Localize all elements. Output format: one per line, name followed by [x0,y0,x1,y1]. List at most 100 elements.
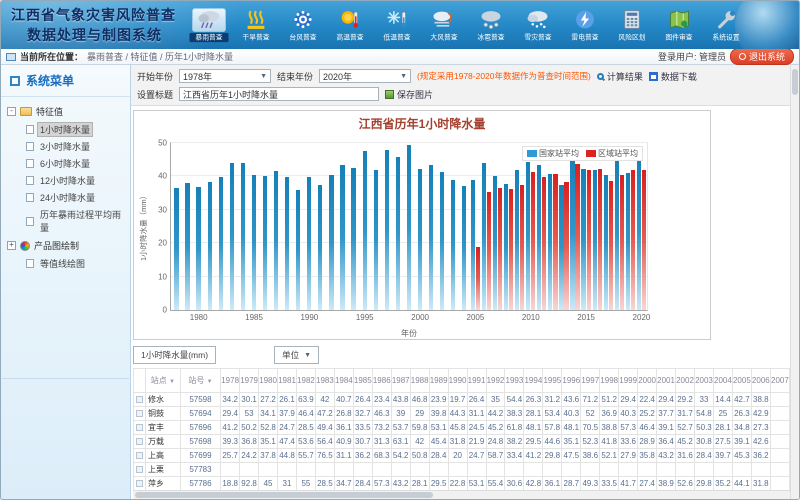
table-row[interactable]: 修水5759834.230.127.226.163.94240.726.423.… [134,393,790,407]
value-cell [657,463,676,477]
tree-toggle-icon[interactable]: + [7,241,16,250]
sidebar-item-等值线绘图[interactable]: 等值线绘图 [3,255,128,272]
year-column-header[interactable]: 1984 [334,369,353,393]
row-select-cell[interactable] [134,407,146,421]
filter-arrow-icon[interactable]: ▼ [169,379,175,385]
sidebar-node-特征值[interactable]: -特征值 [3,102,128,121]
year-column-header[interactable]: 1979 [240,369,259,393]
year-column-header[interactable]: 1978 [221,369,240,393]
toolbar-item-hail-cloud[interactable]: 冰雹普查 [468,7,514,44]
station-column-header[interactable]: 站点 ▼ [146,369,181,393]
data-table-area: 1小时降水量(mm) 单位 ▼ 站点 ▼站号 ▼1978197919801981… [131,342,790,499]
chart-title-input[interactable] [179,87,379,101]
year-column-header[interactable]: 2003 [694,369,713,393]
toolbar-item-wind-cloud[interactable]: 大风普查 [421,7,467,44]
sidebar-node-产品图绘制[interactable]: +产品图绘制 [3,236,128,255]
year-column-header[interactable]: 2000 [638,369,657,393]
table-row[interactable]: 万载5769839.336.835.147.453.656.440.930.73… [134,435,790,449]
sidebar-item-3小时降水量[interactable]: 3小时降水量 [3,138,128,155]
row-expand-icon[interactable] [136,424,143,431]
toolbar-item-lightning[interactable]: 雷电普查 [562,7,608,44]
year-column-header[interactable]: 1986 [372,369,391,393]
start-year-select[interactable]: 1978年 ▼ [179,69,271,83]
table-row[interactable]: 萍乡5778618.892.845315528.534.728.457.343.… [134,477,790,491]
value-cell: 41.7 [619,477,638,491]
year-column-header[interactable]: 1980 [259,369,278,393]
lightning-icon [562,8,608,32]
year-column-header[interactable]: 1992 [486,369,505,393]
sidebar-item-6小时降水量[interactable]: 6小时降水量 [3,155,128,172]
year-column-header[interactable]: 1996 [562,369,581,393]
row-select-cell[interactable] [134,421,146,435]
toolbar-item-snow-cloud[interactable]: 雪灾普查 [515,7,561,44]
horizontal-scrollbar[interactable] [133,490,790,499]
year-column-header[interactable]: 1988 [410,369,429,393]
sidebar-item-12小时降水量[interactable]: 12小时降水量 [3,172,128,189]
save-image-button[interactable]: 保存图片 [385,88,433,101]
year-column-header[interactable]: 1995 [543,369,562,393]
calc-result-button[interactable]: 计算结果 [597,70,643,83]
sidebar-item-24小时降水量[interactable]: 24小时降水量 [3,189,128,206]
year-column-header[interactable]: 2007 [770,369,789,393]
year-column-header[interactable]: 1985 [353,369,372,393]
year-column-header[interactable]: 1994 [524,369,543,393]
toolbar-item-snow-thermometer[interactable]: 低温普查 [374,7,420,44]
row-expand-icon[interactable] [136,396,143,403]
row-expand-icon[interactable] [136,438,143,445]
rain-cloud-icon [192,8,226,32]
end-year-select[interactable]: 2020年 ▼ [319,69,411,83]
year-column-header[interactable]: 1983 [315,369,334,393]
breadcrumb[interactable]: 暴雨普查 / 特征值 / 历年1小时降水量 [87,50,233,63]
year-column-header[interactable]: 2006 [751,369,770,393]
row-select-cell[interactable] [134,435,146,449]
value-cell [694,463,713,477]
calc-result-label: 计算结果 [607,70,643,83]
table-row[interactable]: 上高5769925.724.237.844.855.776.531.136.26… [134,449,790,463]
toolbar-item-map[interactable]: 图件审查 [656,7,702,44]
year-column-header[interactable]: 2004 [713,369,732,393]
table-row[interactable]: 宜丰5769641.250.252.824.728.549.436.133.57… [134,421,790,435]
year-column-header[interactable]: 1982 [296,369,315,393]
sidebar-item-1小时降水量[interactable]: 1小时降水量 [3,121,128,138]
unit-dropdown[interactable]: 单位 ▼ [274,346,319,364]
row-select-cell[interactable] [134,463,146,477]
year-column-header[interactable]: 1991 [467,369,486,393]
horizontal-scrollbar-thumb[interactable] [135,492,433,498]
vertical-scrollbar[interactable] [790,65,799,499]
row-select-cell[interactable] [134,477,146,491]
toolbar-item-rain-cloud[interactable]: 暴雨普查 [186,7,232,44]
year-column-header[interactable]: 2005 [732,369,751,393]
tree-toggle-icon[interactable]: - [7,107,16,116]
toolbar-item-heat-waves[interactable]: 干旱普查 [233,7,279,44]
row-expand-icon[interactable] [136,480,143,487]
year-column-header[interactable]: 1989 [429,369,448,393]
table-header-row: 站点 ▼站号 ▼19781979198019811982198319841985… [134,369,790,393]
data-download-button[interactable]: 数据下载 [649,70,697,83]
toolbar-item-sun-thermometer[interactable]: 高温普查 [327,7,373,44]
year-column-header[interactable]: 1998 [600,369,619,393]
year-column-header[interactable]: 1987 [391,369,410,393]
station-id-column-header[interactable]: 站号 ▼ [180,369,220,393]
table-row[interactable]: 铜鼓5769429.45334.137.946.447.226.832.746.… [134,407,790,421]
year-column-header[interactable]: 1990 [448,369,467,393]
logout-button[interactable]: 退出系统 [730,48,794,65]
year-column-header[interactable]: 2002 [676,369,695,393]
toolbar-item-wrench[interactable]: 系统设置 [703,7,749,44]
row-select-cell[interactable] [134,393,146,407]
row-select-cell[interactable] [134,449,146,463]
row-expand-icon[interactable] [136,410,143,417]
document-icon [26,176,34,185]
year-column-header[interactable]: 1997 [581,369,600,393]
year-column-header[interactable]: 1981 [278,369,297,393]
row-expand-icon[interactable] [136,452,143,459]
year-column-header[interactable]: 1999 [619,369,638,393]
toolbar-item-calculator[interactable]: 风险区划 [609,7,655,44]
vertical-scrollbar-thumb[interactable] [792,69,798,95]
filter-arrow-icon[interactable]: ▼ [207,379,213,385]
sidebar-item-历年暴雨过程平均雨量[interactable]: 历年暴雨过程平均雨量 [3,206,128,236]
table-row[interactable]: 上栗57783 [134,463,790,477]
toolbar-item-typhoon-gear[interactable]: 台风普查 [280,7,326,44]
year-column-header[interactable]: 1993 [505,369,524,393]
row-expand-icon[interactable] [136,466,143,473]
year-column-header[interactable]: 2001 [657,369,676,393]
